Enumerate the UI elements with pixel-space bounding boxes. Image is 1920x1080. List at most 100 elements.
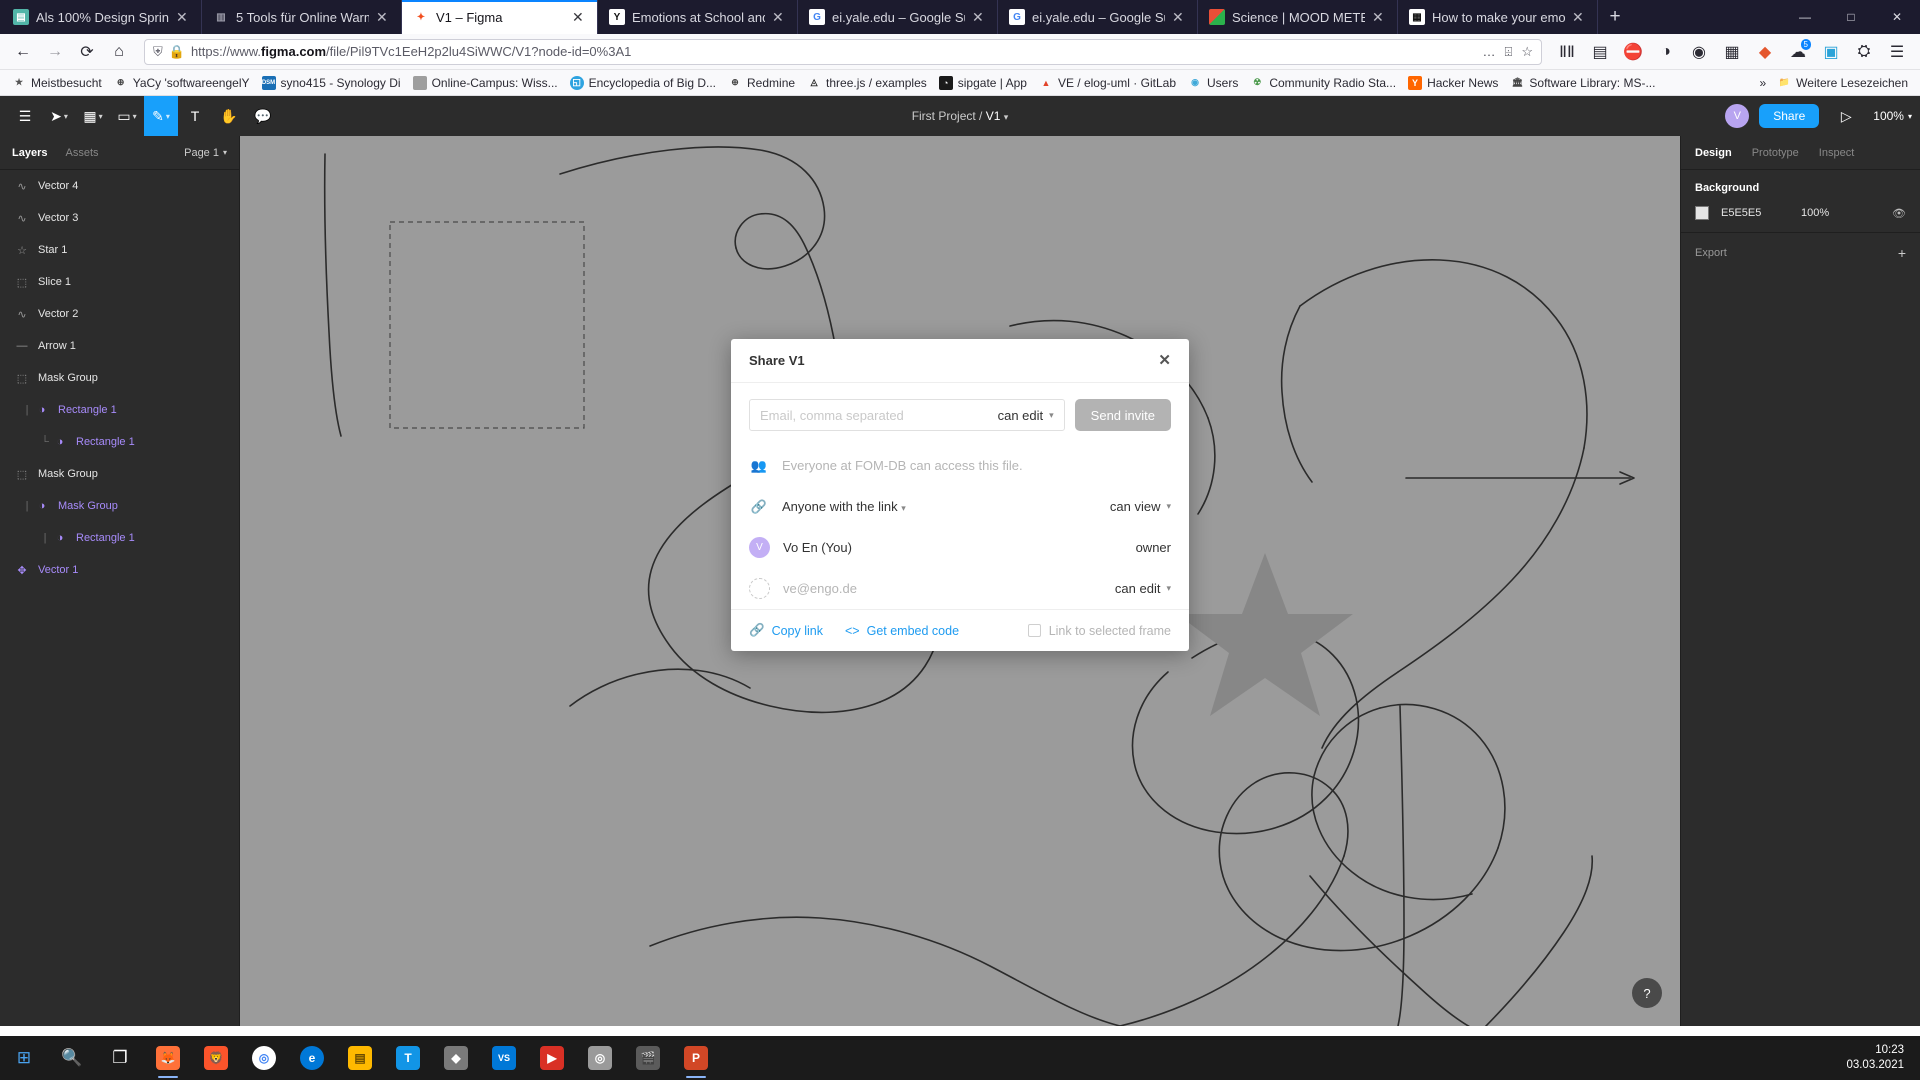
privacy-badger-icon[interactable]: ◑ <box>1651 37 1681 67</box>
browser-tab-active[interactable]: ✦ V1 – Figma ✕ <box>402 0 598 34</box>
checkbox[interactable] <box>1027 624 1041 637</box>
reader-icon[interactable]: ⌹ <box>1505 44 1513 60</box>
layer-item[interactable]: ☆ Star 1 <box>0 234 239 266</box>
start-button[interactable]: ⊞ <box>0 1036 48 1080</box>
link-permission-select[interactable]: can view ▾ <box>1110 499 1171 514</box>
address-bar[interactable]: ⛨ 🔒 https://www.figma.com/file/Pil9TVc1E… <box>144 38 1542 65</box>
link-access-row[interactable]: 🔗 Anyone with the link ▾ can view ▾ <box>731 486 1189 527</box>
taskbar-app-brave[interactable]: 🦁 <box>192 1036 240 1080</box>
layer-item[interactable]: ∿ Vector 4 <box>0 170 239 202</box>
layer-item[interactable]: ✥ Vector 1 <box>0 554 239 586</box>
close-icon[interactable]: ✕ <box>972 10 988 24</box>
layer-item[interactable]: | ◑ Rectangle 1 <box>0 394 239 426</box>
back-button[interactable]: ← <box>8 37 38 67</box>
bookmark-item[interactable]: Y Hacker News <box>1403 74 1503 92</box>
taskbar-app-powerpoint[interactable]: P <box>672 1036 720 1080</box>
eye-icon[interactable]: 👁 <box>1892 207 1906 220</box>
avatar[interactable]: V <box>1725 104 1750 128</box>
comment-tool[interactable]: 💬 <box>246 96 280 136</box>
browser-tab[interactable]: ▤ Als 100% Design Sprint Agentur ✕ <box>2 0 202 34</box>
email-input-wrapper[interactable]: can edit▾ <box>749 399 1065 431</box>
browser-tab[interactable]: Y Emotions at School and Work ✕ <box>598 0 798 34</box>
color-swatch[interactable] <box>1695 206 1709 220</box>
new-tab-button[interactable]: + <box>1598 0 1632 34</box>
taskbar-app-chrome[interactable]: ◎ <box>240 1036 288 1080</box>
library-icon[interactable]: ⅡⅡ <box>1552 37 1582 67</box>
sidebar-icon[interactable]: ▤ <box>1585 37 1615 67</box>
bookmark-item[interactable]: ◬ three.js / examples <box>802 74 932 92</box>
layer-item[interactable]: | ◑ Rectangle 1 <box>0 522 239 554</box>
bookmark-item[interactable]: ⊕ Redmine <box>723 74 800 92</box>
close-icon[interactable]: ✕ <box>1572 10 1588 24</box>
tab-assets[interactable]: Assets <box>65 147 98 159</box>
close-window-button[interactable]: ✕ <box>1874 0 1920 34</box>
other-bookmarks-folder[interactable]: 📁 Weitere Lesezeichen <box>1772 74 1913 92</box>
send-invite-button[interactable]: Send invite <box>1074 399 1171 431</box>
zoom-control[interactable]: 100% ▾ <box>1873 109 1912 123</box>
project-name[interactable]: First Project <box>912 109 976 123</box>
bookmark-item[interactable]: ☢ Community Radio Sta... <box>1245 74 1401 92</box>
lock-icon[interactable]: 🔒 <box>169 44 185 60</box>
help-button[interactable]: ? <box>1632 978 1662 1008</box>
bookmark-item[interactable]: ▲ VE / elog-uml · GitLab <box>1034 74 1181 92</box>
bookmark-item[interactable]: DSM syno415 - Synology Di <box>257 74 406 92</box>
share-button[interactable]: Share <box>1759 104 1820 128</box>
search-icon[interactable]: 🔍 <box>48 1036 96 1080</box>
browser-tab[interactable]: G ei.yale.edu – Google Suche ✕ <box>798 0 998 34</box>
screenshot-icon[interactable]: ▣ <box>1816 37 1846 67</box>
taskview-icon[interactable]: ❐ <box>96 1036 144 1080</box>
close-icon[interactable]: ✕ <box>772 10 788 24</box>
hand-tool[interactable]: ✋ <box>212 96 246 136</box>
taskbar-app-firefox[interactable]: 🦊 <box>144 1036 192 1080</box>
taskbar-clock[interactable]: 10:23 03.03.2021 <box>1846 1043 1920 1073</box>
email-input[interactable] <box>760 407 992 423</box>
layer-item[interactable]: | ◑ Mask Group <box>0 490 239 522</box>
close-icon[interactable]: ✕ <box>1158 353 1171 368</box>
text-tool[interactable]: T <box>178 96 212 136</box>
layer-item[interactable]: ⬚ Mask Group <box>0 458 239 490</box>
maximize-button[interactable]: □ <box>1828 0 1874 34</box>
pocket-icon[interactable]: ◆ <box>1750 37 1780 67</box>
link-to-frame-option[interactable]: Link to selected frame <box>1027 624 1171 638</box>
close-icon[interactable]: ✕ <box>176 10 192 24</box>
page-actions-icon[interactable]: … <box>1483 44 1496 59</box>
layer-item[interactable]: ⬚ Mask Group <box>0 362 239 394</box>
close-icon[interactable]: ✕ <box>572 10 588 24</box>
taskbar-app-thunderbird[interactable]: T <box>384 1036 432 1080</box>
layer-item[interactable]: ⬚ Slice 1 <box>0 266 239 298</box>
account-icon[interactable]: ⛭ <box>1849 37 1879 67</box>
background-opacity[interactable]: 100% <box>1801 207 1861 219</box>
tab-prototype[interactable]: Prototype <box>1752 147 1799 159</box>
close-icon[interactable]: ✕ <box>1372 10 1388 24</box>
reload-button[interactable]: ⟳ <box>72 37 102 67</box>
browser-tab[interactable]: ▦ How to make your emotions ✕ <box>1398 0 1598 34</box>
move-tool[interactable]: ➤ ▾ <box>42 96 76 136</box>
taskbar-app-edge[interactable]: e <box>288 1036 336 1080</box>
bookmark-item[interactable]: ◉ Users <box>1183 74 1243 92</box>
taskbar-app-unknown[interactable]: ◆ <box>432 1036 480 1080</box>
invite-permission-select[interactable]: can edit ▾ <box>998 408 1054 423</box>
browser-tab[interactable]: Science | MOOD METER APP ✕ <box>1198 0 1398 34</box>
tab-inspect[interactable]: Inspect <box>1819 147 1854 159</box>
app-menu-button[interactable]: ☰ <box>1882 37 1912 67</box>
link-access-label[interactable]: Anyone with the link ▾ <box>782 499 1097 514</box>
copy-link-button[interactable]: 🔗 Copy link <box>749 623 823 638</box>
close-icon[interactable]: ✕ <box>376 10 392 24</box>
layer-item[interactable]: ∿ Vector 3 <box>0 202 239 234</box>
browser-tab[interactable]: G ei.yale.edu – Google Suche ✕ <box>998 0 1198 34</box>
shield-icon[interactable]: ⛨ <box>153 44 163 60</box>
get-embed-code-button[interactable]: <> Get embed code <box>845 624 959 638</box>
overflow-chevron-icon[interactable]: » <box>1759 76 1766 90</box>
bookmark-item[interactable]: ★ Meistbesucht <box>7 74 107 92</box>
sync-icon[interactable]: ☁ 5 <box>1783 37 1813 67</box>
shape-tool[interactable]: ▭ ▾ <box>110 96 144 136</box>
bookmark-item[interactable]: 🏛 Software Library: MS-... <box>1505 74 1660 92</box>
chevron-down-icon[interactable]: ▾ <box>1004 112 1009 122</box>
adblock-icon[interactable]: ⛔ <box>1618 37 1648 67</box>
tab-design[interactable]: Design <box>1695 147 1732 159</box>
bookmark-star-icon[interactable]: ☆ <box>1521 44 1533 60</box>
pen-tool[interactable]: ✎ ▾ <box>144 96 178 136</box>
browser-tab[interactable]: ▥ 5 Tools für Online Warm-Ups ✕ <box>202 0 402 34</box>
taskbar-app-media-player[interactable]: ▶ <box>528 1036 576 1080</box>
taskbar-app-file-explorer[interactable]: ▤ <box>336 1036 384 1080</box>
